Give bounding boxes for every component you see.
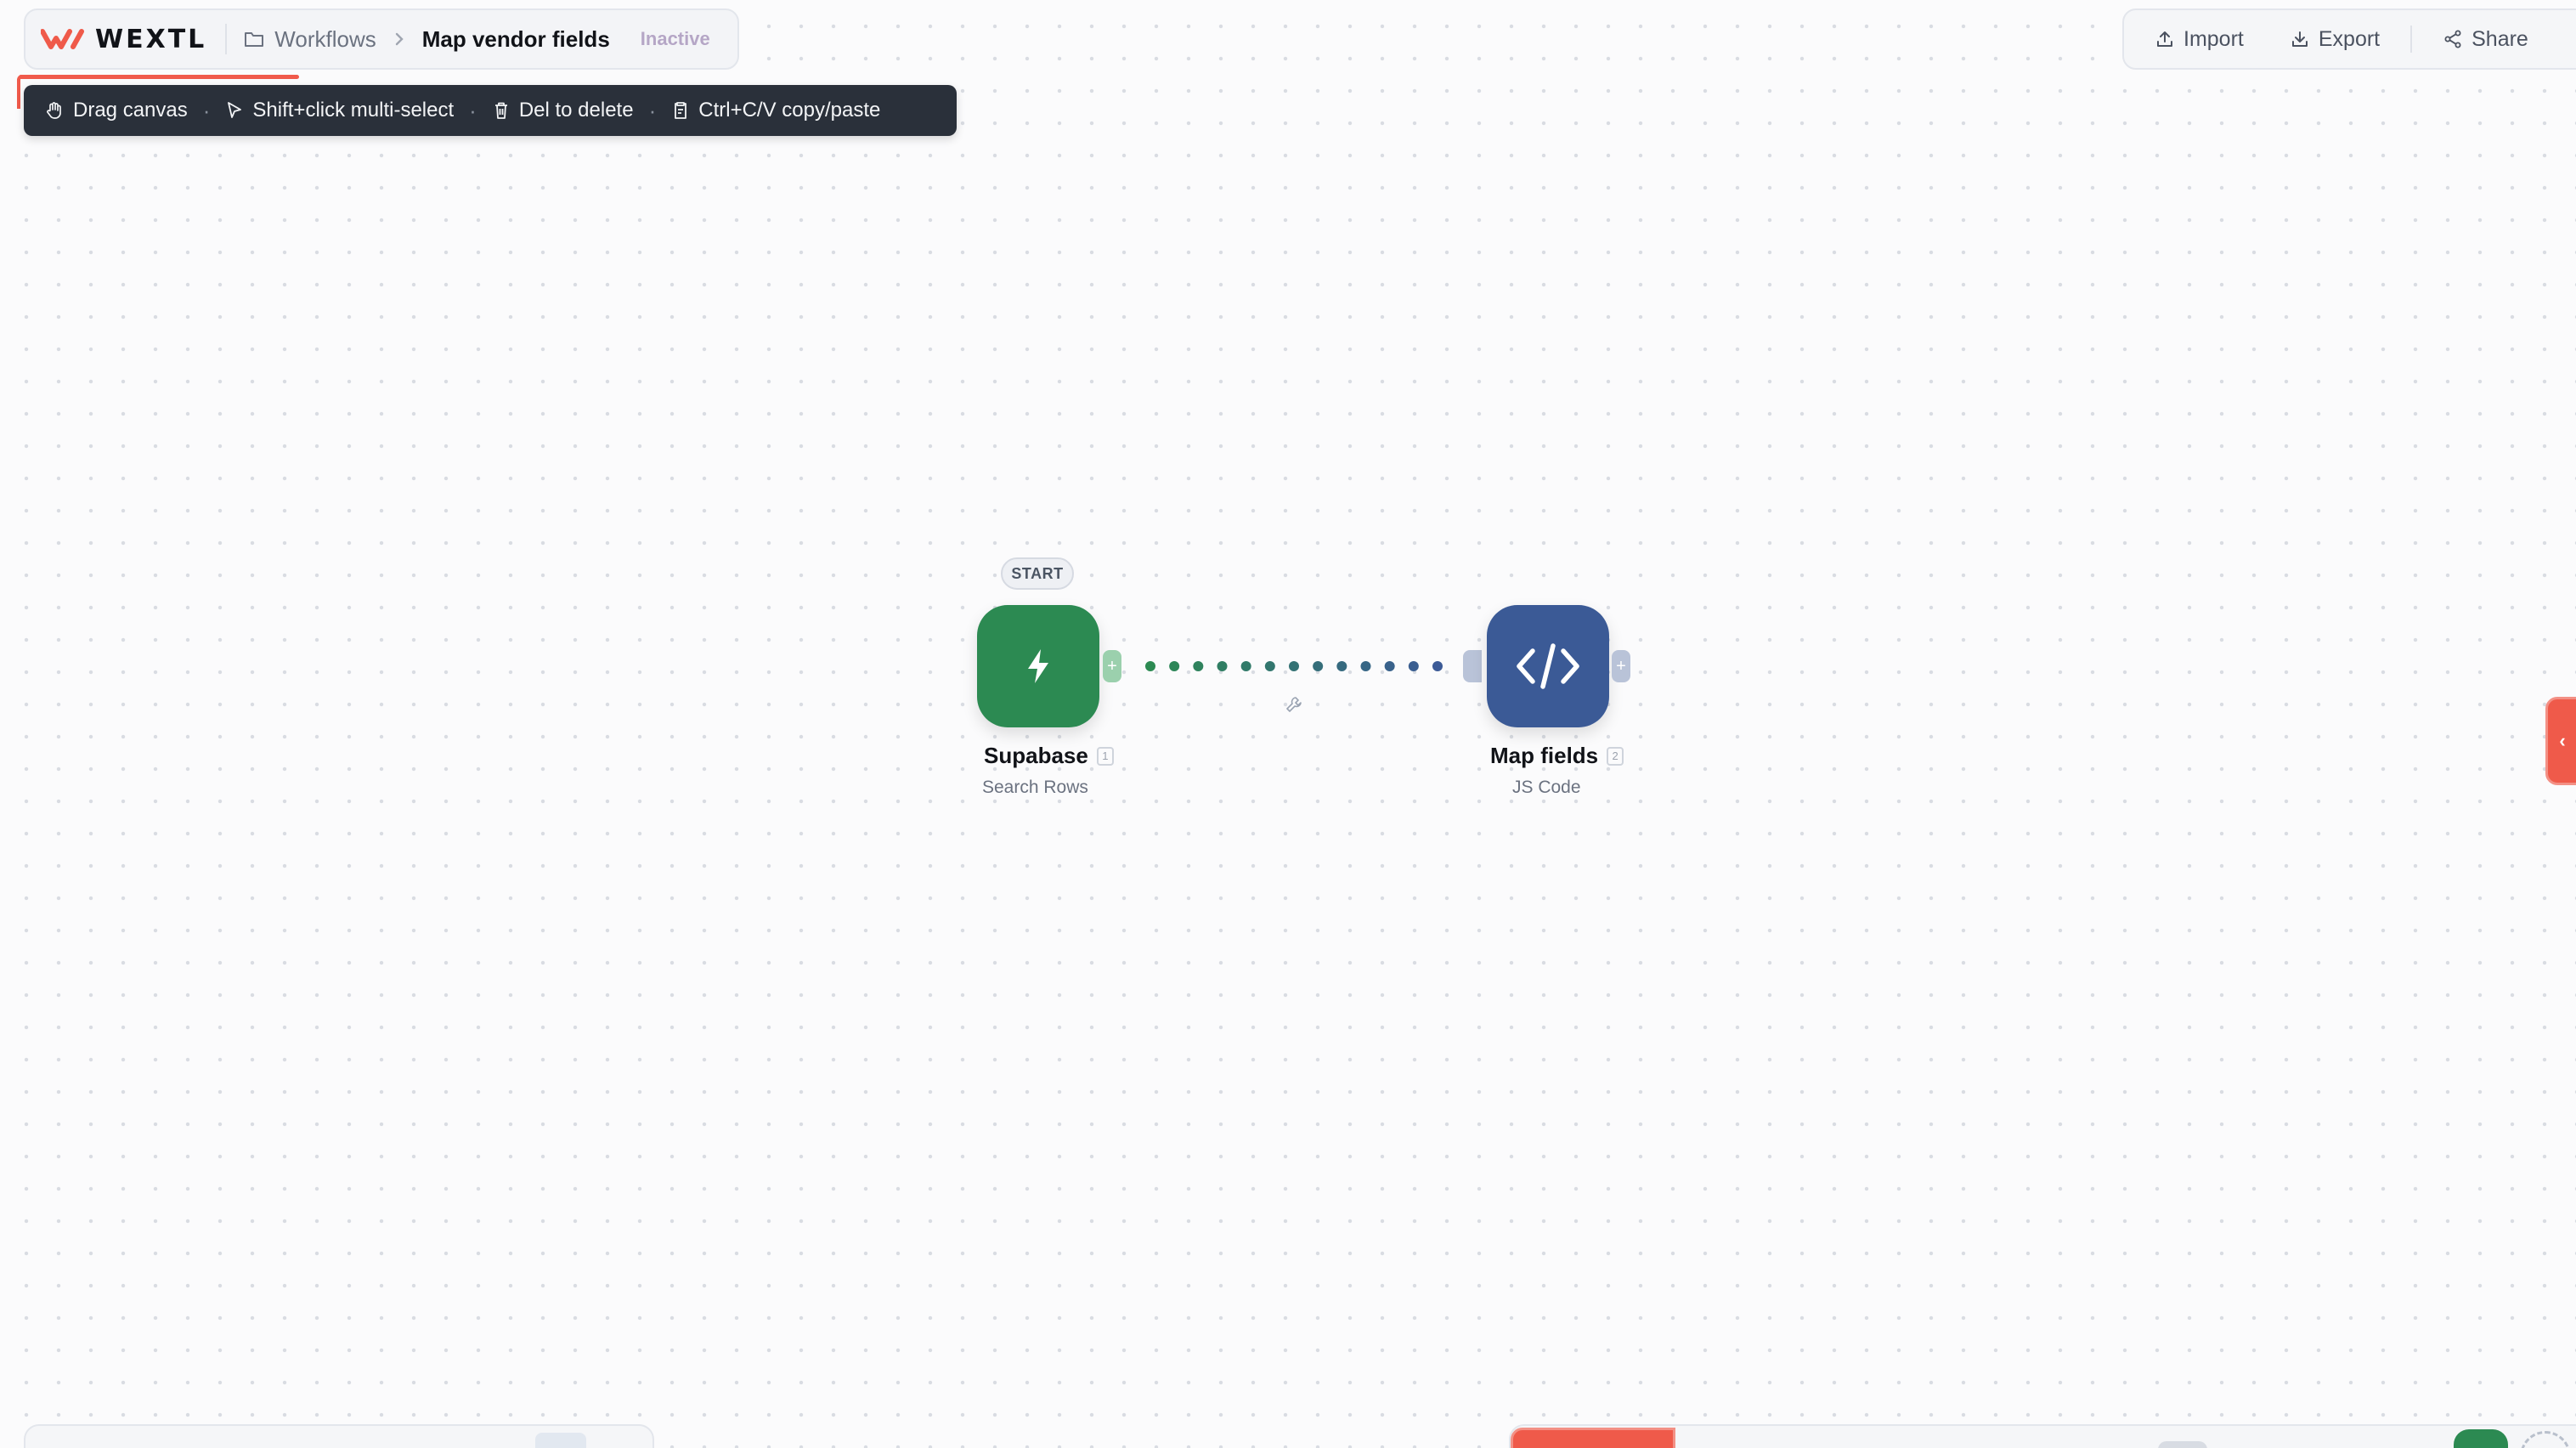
brand-name: WEXTL: [95, 24, 207, 54]
node-index-badge: 2: [1607, 746, 1624, 766]
wextl-logo-icon: [41, 29, 84, 49]
share-label: Share: [2471, 26, 2528, 51]
cursor-icon: [228, 102, 242, 118]
export-label: Export: [2318, 26, 2381, 51]
code-icon: [1517, 643, 1579, 689]
wrench-icon[interactable]: [1285, 695, 1303, 714]
tip-drag-canvas: Drag canvas: [44, 99, 188, 122]
bottom-chip[interactable]: [2158, 1441, 2207, 1448]
breadcrumb-parent-label: Workflows: [274, 25, 376, 52]
map-fields-output-port[interactable]: +: [1612, 650, 1630, 682]
map-fields-node-subtitle: JS Code: [1512, 778, 1581, 797]
tip-separator: ·: [469, 97, 477, 123]
connection-dot: [1169, 661, 1180, 671]
connection-dot: [1217, 661, 1228, 671]
supabase-node[interactable]: [977, 605, 1099, 727]
node-title-text: Supabase: [984, 743, 1088, 768]
bottom-primary-button[interactable]: [1511, 1428, 1675, 1448]
node-index-badge: 1: [1096, 746, 1114, 766]
bottom-trigger-node-icon[interactable]: [2454, 1429, 2508, 1448]
connection-dot: [1313, 661, 1324, 671]
import-button[interactable]: Import: [2155, 27, 2244, 52]
tip-label: Ctrl+C/V copy/paste: [698, 99, 881, 122]
workflow-header: WEXTL Workflows Map vendor fields Inacti…: [24, 8, 739, 70]
tip-label: Del to delete: [518, 99, 634, 122]
connection-dot: [1360, 661, 1371, 671]
folder-icon: [245, 32, 264, 47]
progress-corner: [17, 75, 22, 109]
status-badge[interactable]: Inactive: [641, 28, 710, 50]
tip-separator: ·: [202, 97, 211, 123]
connection-dot: [1432, 661, 1443, 671]
connection-dot: [1145, 661, 1155, 671]
connection-dots: [1145, 661, 1443, 671]
tip-delete: Del to delete: [492, 99, 634, 122]
tip-label: Shift+click multi-select: [252, 99, 455, 122]
lightning-icon: [1028, 649, 1048, 683]
tip-separator: ·: [648, 97, 657, 123]
header-actions: Import Export Share: [2122, 8, 2576, 70]
export-button[interactable]: Export: [2290, 27, 2380, 52]
tip-multi-select: Shift+click multi-select: [225, 99, 454, 122]
tip-label: Drag canvas: [73, 99, 188, 122]
connection-dot: [1193, 661, 1204, 671]
supabase-node-title: Supabase 1: [984, 743, 1114, 769]
workflow-canvas[interactable]: WEXTL Workflows Map vendor fields Inacti…: [0, 0, 2576, 1448]
tip-copy-paste: Ctrl+C/V copy/paste: [671, 99, 880, 122]
connection-dot: [1264, 661, 1275, 671]
download-icon: [2291, 31, 2308, 47]
header-divider: [2410, 25, 2413, 53]
breadcrumb-workflows[interactable]: Workflows: [244, 26, 376, 53]
connection-dot: [1240, 661, 1251, 671]
map-fields-node-title: Map fields 2: [1490, 743, 1624, 769]
shortcuts-hint-bar: Drag canvas · Shift+click multi-select ·…: [24, 85, 957, 136]
map-fields-node[interactable]: [1487, 605, 1609, 727]
header-divider: [225, 24, 228, 54]
bottom-left-chip[interactable]: [535, 1433, 586, 1448]
supabase-node-subtitle: Search Rows: [982, 778, 1088, 797]
progress-indicator: [19, 75, 299, 79]
connection-dot: [1408, 661, 1419, 671]
workflow-name[interactable]: Map vendor fields: [422, 26, 610, 53]
connection-dot: [1384, 661, 1395, 671]
chevron-right-icon: [393, 31, 405, 48]
start-badge: START: [1001, 557, 1074, 590]
trash-icon: [494, 102, 507, 119]
hand-icon: [47, 102, 61, 119]
share-button[interactable]: Share: [2443, 27, 2528, 52]
connection-dot: [1336, 661, 1347, 671]
supabase-output-port[interactable]: +: [1103, 650, 1121, 682]
app-logo[interactable]: WEXTL: [41, 25, 206, 54]
upload-icon: [2157, 31, 2172, 47]
map-fields-input-port[interactable]: [1463, 650, 1482, 682]
connection-dot: [1289, 661, 1299, 671]
side-panel-toggle[interactable]: ‹: [2545, 697, 2576, 785]
share-icon: [2444, 30, 2461, 48]
import-label: Import: [2183, 26, 2244, 51]
clipboard-icon: [675, 102, 687, 119]
node-title-text: Map fields: [1490, 743, 1599, 768]
